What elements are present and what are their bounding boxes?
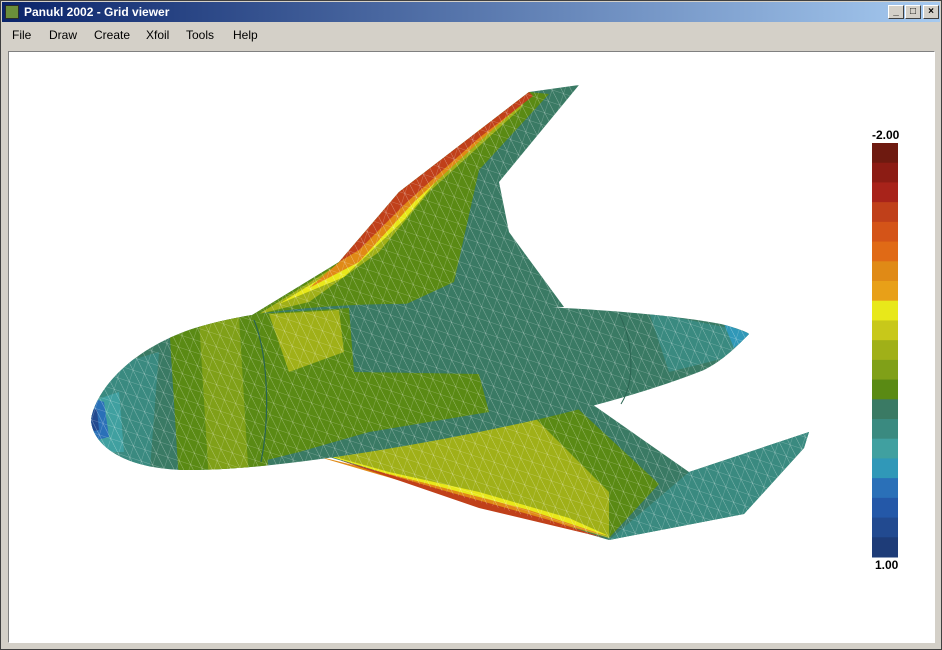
legend-swatch [872,478,898,499]
legend-swatch [872,300,898,321]
legend-swatch [872,202,898,223]
menu-draw[interactable]: Draw [49,28,77,42]
legend-swatch [872,379,898,400]
minimize-button[interactable]: _ [888,5,904,19]
app-window: Panukl 2002 - Grid viewer _ □ × File Dra… [0,0,942,650]
legend-swatch [872,261,898,282]
close-button[interactable]: × [923,5,939,19]
app-icon [5,5,19,19]
window-title: Panukl 2002 - Grid viewer [24,5,170,19]
legend-swatch [872,517,898,538]
aircraft-pressure-plot[interactable]: -2.00 1.00 [9,52,935,643]
legend-swatch [872,399,898,420]
legend-top-label: -2.00 [872,128,900,142]
color-scale-legend: -2.00 1.00 [872,128,900,572]
menu-xfoil[interactable]: Xfoil [146,28,169,42]
menu-create[interactable]: Create [94,28,130,42]
legend-swatch [872,281,898,302]
title-bar[interactable]: Panukl 2002 - Grid viewer _ □ × [2,2,940,22]
legend-swatch [872,537,898,558]
legend-swatch [872,458,898,479]
legend-swatch [872,340,898,361]
upper-wing [244,85,579,320]
grid-viewer-canvas[interactable]: -2.00 1.00 [8,51,935,643]
legend-swatch [872,359,898,381]
legend-swatch [872,221,898,243]
legend-swatch [872,497,898,519]
legend-swatch [872,143,898,164]
legend-swatch [872,241,898,262]
maximize-button[interactable]: □ [905,5,921,19]
legend-swatch [872,320,898,341]
menu-tools[interactable]: Tools [186,28,214,42]
legend-color-bars [872,143,898,558]
menu-file[interactable]: File [12,28,31,42]
legend-bottom-label: 1.00 [875,558,899,572]
menu-bar: File Draw Create Xfoil Tools Help [2,23,940,47]
legend-swatch [872,438,898,459]
legend-swatch [872,419,898,440]
legend-swatch [872,162,898,183]
legend-swatch [872,182,898,203]
menu-help[interactable]: Help [233,28,258,42]
